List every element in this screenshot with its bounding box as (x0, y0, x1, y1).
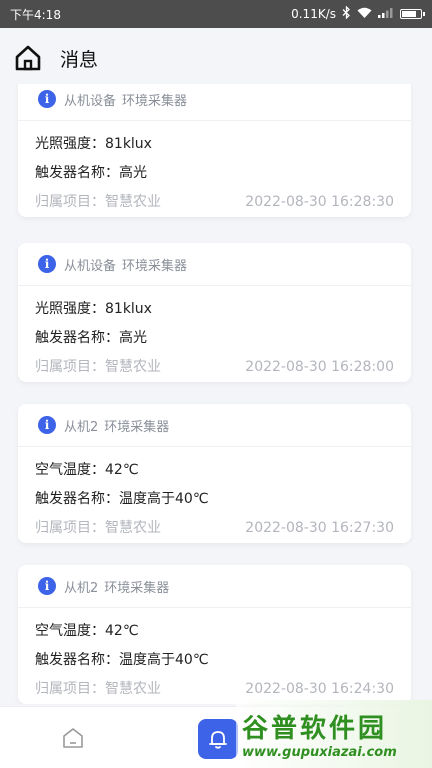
info-icon: i (38, 90, 56, 108)
wifi-icon (357, 7, 372, 22)
reading-value: 81klux (105, 136, 152, 152)
tab-home[interactable] (60, 725, 86, 751)
battery-icon (400, 9, 425, 19)
project-label: 归属项目： (35, 359, 105, 375)
trigger-label: 触发器名称： (35, 330, 119, 346)
message-card[interactable]: i 从机设备 环境采集器 光照强度：81klux 触发器名称：高光 归属项目：智… (18, 84, 411, 217)
network-speed: 0.11K/s (291, 7, 336, 21)
card-body: 空气温度：42℃ 触发器名称：温度高于40℃ 归属项目：智慧农业 2022-08… (18, 608, 411, 704)
reading-row: 空气温度：42℃ (35, 456, 394, 485)
reading-value: 42℃ (105, 462, 139, 478)
project-value: 智慧农业 (105, 359, 161, 375)
project-value: 智慧农业 (105, 681, 161, 697)
status-indicators: 0.11K/s (291, 5, 425, 22)
trigger-value: 高光 (119, 165, 147, 181)
trigger-row: 触发器名称：温度高于40℃ (35, 485, 394, 514)
reading-row: 光照强度：81klux (35, 130, 394, 159)
page-title: 消息 (60, 48, 99, 71)
signal-icon (378, 7, 394, 21)
collector-name: 环境采集器 (122, 93, 188, 109)
timestamp: 2022-08-30 16:27:30 (245, 520, 394, 536)
reading-label: 空气温度： (35, 462, 105, 478)
card-body: 空气温度：42℃ 触发器名称：温度高于40℃ 归属项目：智慧农业 2022-08… (18, 447, 411, 543)
info-icon: i (38, 255, 56, 273)
trigger-value: 温度高于40℃ (119, 491, 209, 507)
card-header: i 从机设备 环境采集器 (18, 243, 411, 286)
project-value: 智慧农业 (105, 520, 161, 536)
reading-label: 光照强度： (35, 136, 105, 152)
status-time: 下午4:18 (10, 7, 61, 22)
card-body: 光照强度：81klux 触发器名称：高光 归属项目：智慧农业 2022-08-3… (18, 121, 411, 217)
meta-row: 归属项目：智慧农业 2022-08-30 16:27:30 (35, 514, 394, 543)
reading-label: 光照强度： (35, 301, 105, 317)
collector-name: 环境采集器 (122, 258, 188, 274)
trigger-label: 触发器名称： (35, 165, 119, 181)
card-header: i 从机2 环境采集器 (18, 404, 411, 447)
message-list[interactable]: i 从机设备 环境采集器 光照强度：81klux 触发器名称：高光 归属项目：智… (0, 84, 432, 704)
tab-messages[interactable] (198, 719, 238, 759)
trigger-label: 触发器名称： (35, 652, 119, 668)
trigger-label: 触发器名称： (35, 491, 119, 507)
card-body: 光照强度：81klux 触发器名称：高光 归属项目：智慧农业 2022-08-3… (18, 286, 411, 382)
collector-name: 环境采集器 (104, 580, 170, 596)
reading-value: 42℃ (105, 623, 139, 639)
device-name: 从机2 (64, 580, 99, 596)
trigger-value: 温度高于40℃ (119, 652, 209, 668)
info-icon: i (38, 577, 56, 595)
reading-row: 空气温度：42℃ (35, 617, 394, 646)
message-card[interactable]: i 从机2 环境采集器 空气温度：42℃ 触发器名称：温度高于40℃ 归属项目：… (18, 404, 411, 543)
project-value: 智慧农业 (105, 194, 161, 210)
message-card[interactable]: i 从机设备 环境采集器 光照强度：81klux 触发器名称：高光 归属项目：智… (18, 243, 411, 382)
device-name: 从机设备 (64, 258, 117, 274)
timestamp: 2022-08-30 16:28:30 (245, 194, 394, 210)
card-header: i 从机2 环境采集器 (18, 565, 411, 608)
bell-icon (209, 731, 227, 749)
message-card[interactable]: i 从机2 环境采集器 空气温度：42℃ 触发器名称：温度高于40℃ 归属项目：… (18, 565, 411, 704)
reading-label: 空气温度： (35, 623, 105, 639)
meta-row: 归属项目：智慧农业 2022-08-30 16:28:00 (35, 353, 394, 382)
status-bar: 下午4:18 0.11K/s (0, 0, 432, 28)
project-label: 归属项目： (35, 681, 105, 697)
project-label: 归属项目： (35, 194, 105, 210)
timestamp: 2022-08-30 16:28:00 (245, 359, 394, 375)
watermark-logo: 谷普软件园 www.gupuxiazai.com (236, 700, 432, 768)
card-header: i 从机设备 环境采集器 (18, 84, 411, 121)
trigger-row: 触发器名称：高光 (35, 159, 394, 188)
home-icon (15, 45, 41, 71)
device-name: 从机设备 (64, 93, 117, 109)
watermark-title: 谷普软件园 (242, 714, 388, 744)
home-button[interactable] (14, 44, 42, 72)
reading-value: 81klux (105, 301, 152, 317)
trigger-row: 触发器名称：高光 (35, 324, 394, 353)
home-icon (63, 728, 83, 748)
info-icon: i (38, 416, 56, 434)
meta-row: 归属项目：智慧农业 2022-08-30 16:28:30 (35, 188, 394, 217)
watermark-url: www.gupuxiazai.com (242, 745, 397, 760)
reading-row: 光照强度：81klux (35, 295, 394, 324)
trigger-row: 触发器名称：温度高于40℃ (35, 646, 394, 675)
collector-name: 环境采集器 (104, 419, 170, 435)
bluetooth-icon (342, 5, 351, 22)
trigger-value: 高光 (119, 330, 147, 346)
device-name: 从机2 (64, 419, 99, 435)
project-label: 归属项目： (35, 520, 105, 536)
header: 消息 (0, 28, 432, 88)
